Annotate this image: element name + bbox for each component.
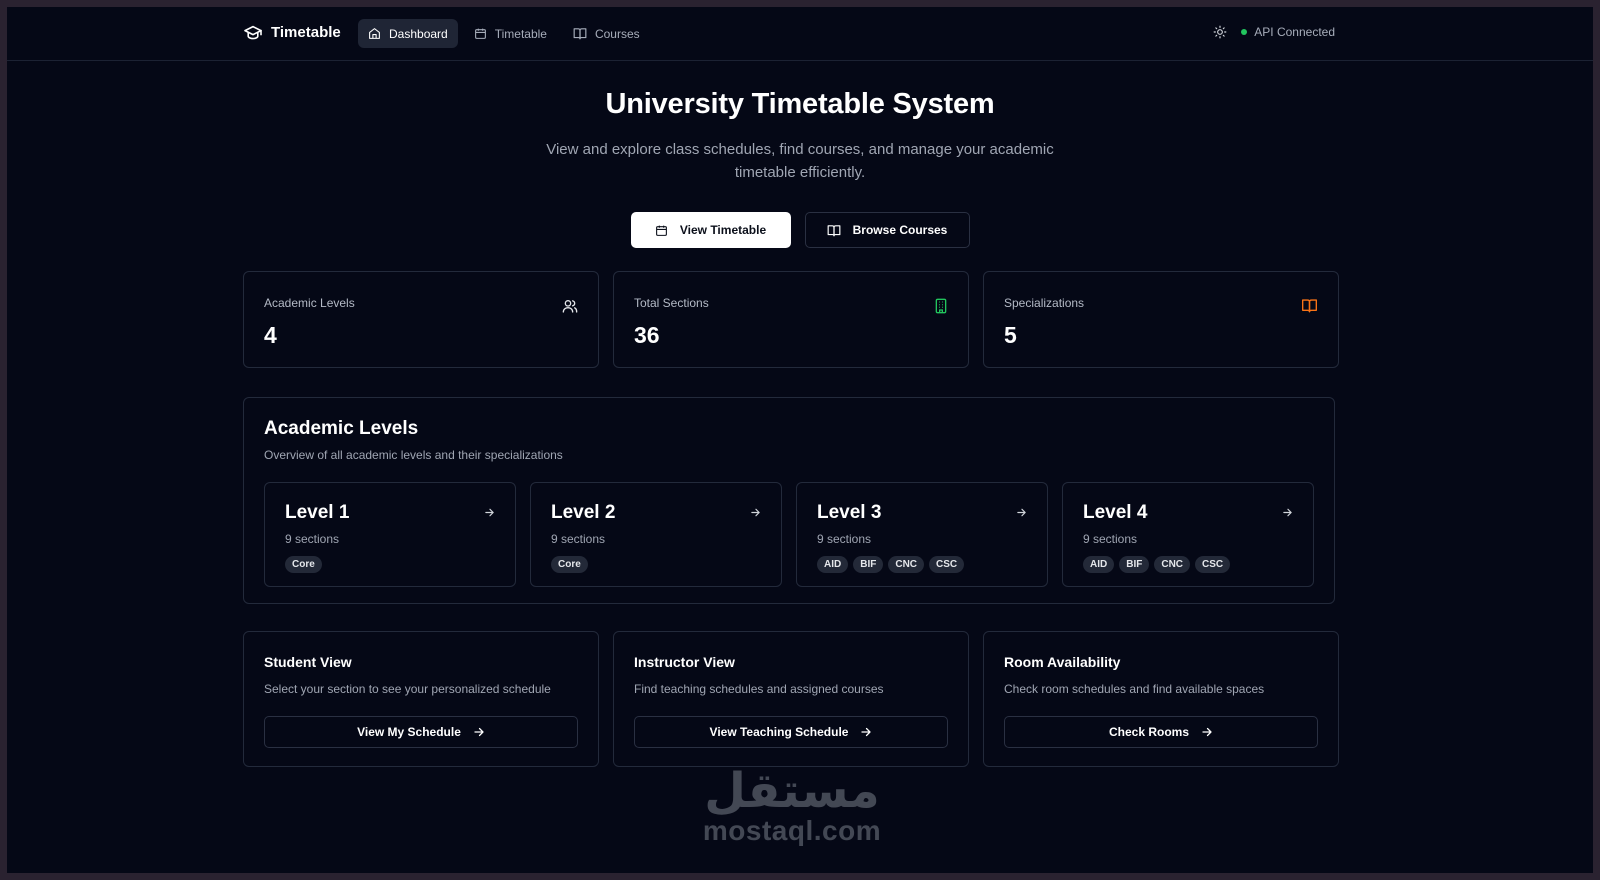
button-label: View Teaching Schedule	[709, 725, 849, 739]
api-status-text: API Connected	[1254, 25, 1335, 39]
hero-actions: View Timetable Browse Courses	[7, 212, 1593, 248]
specialization-badge: Core	[285, 556, 322, 573]
level-sections: 9 sections	[1083, 532, 1138, 546]
calendar-icon	[655, 224, 668, 237]
stat-label: Academic Levels	[264, 296, 355, 310]
nav-timetable-label: Timetable	[494, 26, 547, 41]
view-my-schedule-button[interactable]: View My Schedule	[264, 716, 578, 748]
quick-views-row: Student View Select your section to see …	[243, 631, 1339, 767]
building-icon	[934, 298, 948, 314]
book-icon	[827, 224, 841, 237]
nav-courses-label: Courses	[594, 26, 640, 41]
nav-dashboard[interactable]: Dashboard	[358, 19, 458, 48]
arrow-right-icon	[860, 726, 872, 738]
badge-list: Core	[285, 556, 495, 573]
badge-list: Core	[551, 556, 761, 573]
arrow-right-icon	[1201, 726, 1213, 738]
level-title: Level 3	[817, 502, 882, 523]
button-label: Check Rooms	[1108, 725, 1190, 739]
api-status: API Connected	[1241, 25, 1335, 39]
instructor-view-card: Instructor View Find teaching schedules …	[613, 631, 969, 767]
calendar-icon	[474, 27, 487, 40]
browse-courses-button[interactable]: Browse Courses	[804, 212, 970, 248]
level-card-1[interactable]: Level 1 9 sections Core	[264, 482, 516, 587]
level-grid: Level 1 9 sections Core Level 2 9 sectio…	[264, 482, 1314, 587]
arrow-right-icon	[484, 507, 495, 518]
arrow-right-icon	[750, 507, 761, 518]
level-title: Level 2	[551, 502, 616, 523]
level-card-4[interactable]: Level 4 9 sections AID BIF CNC CSC	[1062, 482, 1314, 587]
card-description: Select your section to see your personal…	[264, 682, 551, 696]
badge-list: AID BIF CNC CSC	[1083, 556, 1293, 573]
app-window: Timetable Dashboard Timetable Courses AP…	[7, 7, 1593, 873]
button-label: View My Schedule	[357, 725, 461, 739]
arrow-right-icon	[1282, 507, 1293, 518]
specialization-badge: CNC	[888, 556, 925, 573]
student-view-card: Student View Select your section to see …	[243, 631, 599, 767]
specialization-badge: Core	[551, 556, 588, 573]
specialization-badge: CSC	[929, 556, 965, 573]
nav-dashboard-label: Dashboard	[389, 26, 448, 41]
brand[interactable]: Timetable	[243, 24, 341, 41]
section-subtitle: Overview of all academic levels and thei…	[264, 448, 563, 462]
stat-value: 5	[1004, 322, 1017, 348]
card-title: Student View	[264, 654, 352, 670]
specialization-badge: BIF	[1119, 556, 1150, 573]
specialization-badge: AID	[1083, 556, 1115, 573]
card-title: Room Availability	[1004, 654, 1121, 670]
watermark-arabic: مستقل	[704, 763, 880, 819]
nav-timetable[interactable]: Timetable	[464, 19, 557, 48]
brand-name: Timetable	[271, 24, 341, 41]
nav-links: Dashboard Timetable Courses	[358, 19, 650, 48]
specialization-badge: CSC	[1195, 556, 1231, 573]
book-open-icon	[1301, 298, 1318, 313]
level-card-2[interactable]: Level 2 9 sections Core	[530, 482, 782, 587]
section-title: Academic Levels	[264, 418, 419, 439]
academic-levels-panel: Academic Levels Overview of all academic…	[243, 397, 1335, 604]
watermark-logo: مستقل mostaql.com	[697, 763, 887, 847]
view-timetable-button[interactable]: View Timetable	[630, 212, 791, 248]
watermark-latin: mostaql.com	[702, 815, 882, 846]
arrow-right-icon	[473, 726, 485, 738]
status-dot-icon	[1241, 29, 1248, 35]
book-icon	[573, 27, 587, 40]
hero: University Timetable System View and exp…	[7, 61, 1593, 248]
specialization-badge: BIF	[853, 556, 884, 573]
level-title: Level 1	[285, 502, 350, 523]
nav-courses[interactable]: Courses	[563, 19, 650, 48]
level-sections: 9 sections	[817, 532, 872, 546]
stat-value: 4	[264, 322, 277, 348]
view-timetable-label: View Timetable	[679, 223, 767, 237]
stat-card-total-sections: Total Sections 36	[613, 271, 969, 368]
page-title: University Timetable System	[605, 88, 995, 120]
stat-label: Specializations	[1004, 296, 1085, 310]
graduation-cap-icon	[243, 25, 263, 41]
stats-row: Academic Levels 4 Total Sections 36 Spec…	[243, 271, 1339, 368]
users-icon	[562, 298, 578, 314]
level-title: Level 4	[1083, 502, 1148, 523]
level-sections: 9 sections	[551, 532, 606, 546]
top-navbar: Timetable Dashboard Timetable Courses AP…	[7, 7, 1593, 61]
home-icon	[368, 27, 381, 40]
page-subtitle: View and explore class schedules, find c…	[546, 141, 1054, 181]
room-availability-card: Room Availability Check room schedules a…	[983, 631, 1339, 767]
stat-label: Total Sections	[634, 296, 709, 310]
card-description: Find teaching schedules and assigned cou…	[634, 682, 884, 696]
view-teaching-schedule-button[interactable]: View Teaching Schedule	[634, 716, 948, 748]
check-rooms-button[interactable]: Check Rooms	[1004, 716, 1318, 748]
badge-list: AID BIF CNC CSC	[817, 556, 1027, 573]
nav-right: API Connected	[1213, 25, 1335, 39]
level-card-3[interactable]: Level 3 9 sections AID BIF CNC CSC	[796, 482, 1048, 587]
specialization-badge: CNC	[1154, 556, 1191, 573]
theme-toggle-sun-icon[interactable]	[1213, 25, 1227, 39]
level-sections: 9 sections	[285, 532, 340, 546]
card-description: Check room schedules and find available …	[1004, 682, 1265, 696]
card-title: Instructor View	[634, 654, 735, 670]
arrow-right-icon	[1016, 507, 1027, 518]
specialization-badge: AID	[817, 556, 849, 573]
browse-courses-label: Browse Courses	[852, 223, 948, 237]
stat-card-academic-levels: Academic Levels 4	[243, 271, 599, 368]
stat-value: 36	[634, 322, 660, 348]
stat-card-specializations: Specializations 5	[983, 271, 1339, 368]
